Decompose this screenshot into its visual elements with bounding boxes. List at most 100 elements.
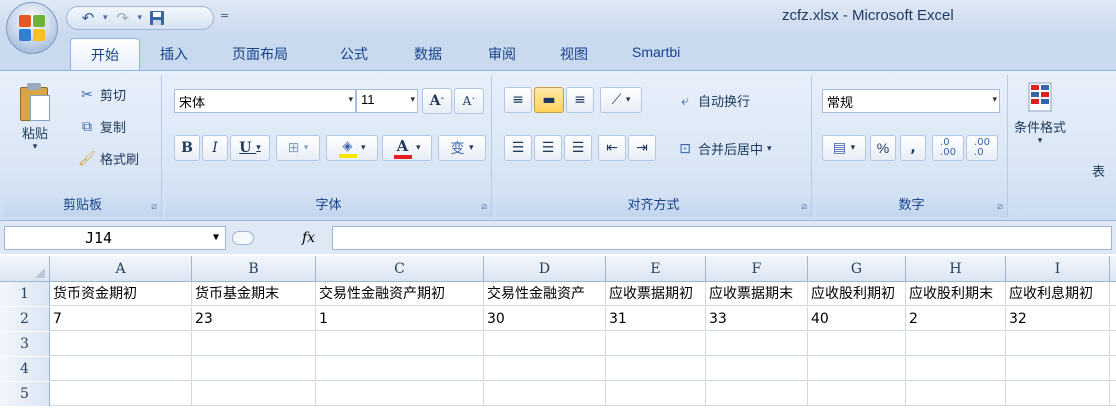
italic-button[interactable]: I bbox=[202, 135, 228, 161]
alignment-launcher-icon[interactable]: ⧄ bbox=[801, 202, 807, 212]
fill-color-button[interactable]: ◈ ▾ bbox=[326, 135, 378, 161]
column-header-c[interactable]: C bbox=[316, 256, 484, 282]
cell-d3[interactable] bbox=[484, 332, 606, 356]
cell-f3[interactable] bbox=[706, 332, 808, 356]
merge-center-button[interactable]: ⊡ 合并后居中 ▾ bbox=[676, 139, 771, 159]
save-icon[interactable] bbox=[146, 8, 168, 28]
cell-i3[interactable] bbox=[1006, 332, 1110, 356]
row-header[interactable]: 4 bbox=[0, 357, 50, 381]
cell-f4[interactable] bbox=[706, 357, 808, 381]
copy-button[interactable]: ⧉ 复制 bbox=[78, 117, 126, 137]
formula-input[interactable] bbox=[332, 226, 1112, 250]
tab-review[interactable]: 审阅 bbox=[488, 44, 516, 64]
tab-page-layout[interactable]: 页面布局 bbox=[232, 44, 288, 64]
insert-function-icon[interactable]: fx bbox=[302, 230, 315, 246]
select-all-corner[interactable] bbox=[0, 256, 50, 282]
cell-a1[interactable]: 货币资金期初 bbox=[50, 282, 192, 306]
number-format-combo[interactable]: 常规 ▾ bbox=[822, 89, 1000, 113]
align-right-icon[interactable]: ☰ bbox=[564, 135, 592, 161]
column-header-d[interactable]: D bbox=[484, 256, 606, 282]
cell-d4[interactable] bbox=[484, 357, 606, 381]
cell-a5[interactable] bbox=[50, 382, 192, 406]
cell-h3[interactable] bbox=[906, 332, 1006, 356]
cell-h2[interactable]: 2 bbox=[906, 307, 1006, 331]
cell-d2[interactable]: 30 bbox=[484, 307, 606, 331]
cell-b1[interactable]: 货币基金期末 bbox=[192, 282, 316, 306]
tab-home[interactable]: 开始 bbox=[70, 38, 140, 70]
align-top-icon[interactable]: ≡ bbox=[504, 87, 532, 113]
cell-f5[interactable] bbox=[706, 382, 808, 406]
cut-button[interactable]: ✂ 剪切 bbox=[78, 85, 126, 105]
tab-smartbi[interactable]: Smartbi bbox=[632, 44, 680, 60]
cell-e1[interactable]: 应收票据期初 bbox=[606, 282, 706, 306]
align-bottom-icon[interactable]: ≡ bbox=[566, 87, 594, 113]
row-header[interactable]: 2 bbox=[0, 307, 50, 331]
cell-b2[interactable]: 23 bbox=[192, 307, 316, 331]
increase-indent-icon[interactable]: ⇥ bbox=[628, 135, 656, 161]
cell-e5[interactable] bbox=[606, 382, 706, 406]
row-header[interactable]: 5 bbox=[0, 382, 50, 406]
row-header[interactable]: 1 bbox=[0, 282, 50, 306]
decrease-decimal-button[interactable]: .00 .0 bbox=[966, 135, 998, 161]
cell-g5[interactable] bbox=[808, 382, 906, 406]
cell-h5[interactable] bbox=[906, 382, 1006, 406]
bold-button[interactable]: B bbox=[174, 135, 200, 161]
currency-format-icon[interactable]: ▤ ▾ bbox=[822, 135, 866, 161]
column-header-h[interactable]: H bbox=[906, 256, 1006, 282]
cell-c1[interactable]: 交易性金融资产期初 bbox=[316, 282, 484, 306]
grow-font-button[interactable]: Aˆ bbox=[422, 88, 452, 114]
cell-b5[interactable] bbox=[192, 382, 316, 406]
cell-f2[interactable]: 33 bbox=[706, 307, 808, 331]
cell-f1[interactable]: 应收票据期末 bbox=[706, 282, 808, 306]
wrap-text-button[interactable]: ⤶ 自动换行 bbox=[676, 91, 750, 111]
cell-a2[interactable]: 7 bbox=[50, 307, 192, 331]
cell-i5[interactable] bbox=[1006, 382, 1110, 406]
column-header-i[interactable]: I bbox=[1006, 256, 1110, 282]
cell-b3[interactable] bbox=[192, 332, 316, 356]
column-header-a[interactable]: A bbox=[50, 256, 192, 282]
cell-g1[interactable]: 应收股利期初 bbox=[808, 282, 906, 306]
tab-insert[interactable]: 插入 bbox=[160, 44, 188, 64]
tab-view[interactable]: 视图 bbox=[560, 44, 588, 64]
align-center-icon[interactable]: ☰ bbox=[534, 135, 562, 161]
column-header-f[interactable]: F bbox=[706, 256, 808, 282]
border-button[interactable]: ⊞ ▾ bbox=[276, 135, 320, 161]
office-button[interactable] bbox=[6, 2, 58, 54]
clipboard-launcher-icon[interactable]: ⧄ bbox=[151, 202, 157, 212]
cell-c2[interactable]: 1 bbox=[316, 307, 484, 331]
name-box[interactable]: J14 ▼ bbox=[4, 226, 226, 250]
column-header-e[interactable]: E bbox=[606, 256, 706, 282]
cell-h4[interactable] bbox=[906, 357, 1006, 381]
align-middle-icon[interactable]: ▬ bbox=[534, 87, 564, 113]
underline-button[interactable]: U ▾ bbox=[230, 135, 270, 161]
orientation-icon[interactable]: ⟋ ▾ bbox=[600, 87, 642, 113]
font-name-combo[interactable]: 宋体 ▾ bbox=[174, 89, 356, 113]
cell-g3[interactable] bbox=[808, 332, 906, 356]
cell-g2[interactable]: 40 bbox=[808, 307, 906, 331]
cell-i4[interactable] bbox=[1006, 357, 1110, 381]
cell-c3[interactable] bbox=[316, 332, 484, 356]
row-header[interactable]: 3 bbox=[0, 332, 50, 356]
cell-a4[interactable] bbox=[50, 357, 192, 381]
font-launcher-icon[interactable]: ⧄ bbox=[481, 202, 487, 212]
cell-e4[interactable] bbox=[606, 357, 706, 381]
cell-d5[interactable] bbox=[484, 382, 606, 406]
cell-d1[interactable]: 交易性金融资产 bbox=[484, 282, 606, 306]
format-painter-button[interactable]: 🖌 格式刷 bbox=[78, 149, 139, 169]
increase-decimal-button[interactable]: .0 .00 bbox=[932, 135, 964, 161]
cell-i2[interactable]: 32 bbox=[1006, 307, 1110, 331]
paste-dropdown-icon[interactable]: ▾ bbox=[33, 142, 38, 152]
cell-e3[interactable] bbox=[606, 332, 706, 356]
cell-g4[interactable] bbox=[808, 357, 906, 381]
format-as-table-button[interactable]: 表 bbox=[1092, 161, 1105, 180]
cell-c5[interactable] bbox=[316, 382, 484, 406]
shrink-font-button[interactable]: Aˇ bbox=[454, 88, 484, 114]
formula-cancel-icon[interactable] bbox=[232, 231, 254, 245]
font-size-combo[interactable]: 11 ▾ bbox=[356, 89, 418, 113]
customize-qat-icon[interactable]: = bbox=[220, 9, 229, 22]
cell-i1[interactable]: 应收利息期初 bbox=[1006, 282, 1110, 306]
undo-icon[interactable]: ↶ bbox=[77, 8, 99, 28]
decrease-indent-icon[interactable]: ⇤ bbox=[598, 135, 626, 161]
redo-dropdown-icon[interactable]: ▾ bbox=[138, 13, 143, 23]
align-left-icon[interactable]: ☰ bbox=[504, 135, 532, 161]
